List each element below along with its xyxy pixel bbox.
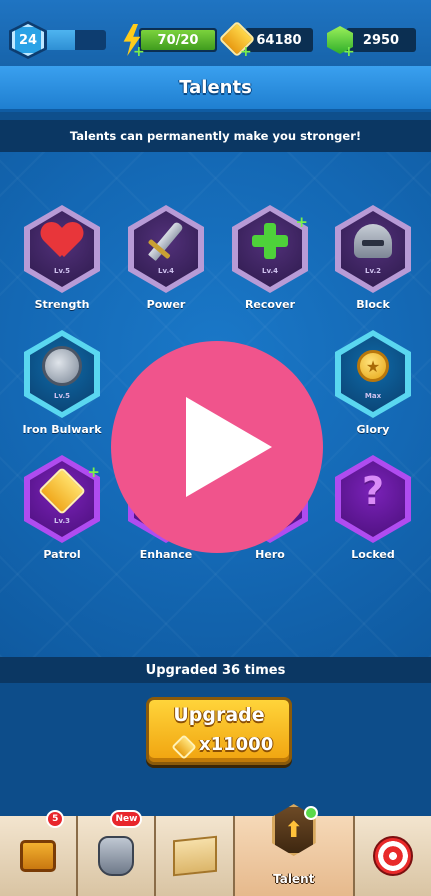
sword-icon	[126, 219, 206, 263]
talent-name: Iron Bulwark	[22, 423, 102, 436]
player-level: 24	[18, 32, 38, 48]
notification-badge: 5	[46, 810, 65, 828]
video-play-button[interactable]	[111, 341, 323, 553]
talent-level: Lv.3	[54, 517, 70, 525]
talent-level: Lv.5	[54, 392, 70, 400]
notification-dot-icon	[303, 806, 318, 820]
gold-value: 64180	[256, 32, 302, 48]
page-subtitle: Talents can permanently make you stronge…	[69, 129, 362, 143]
gem-counter[interactable]: 2950	[346, 28, 416, 52]
talent-glory[interactable]: ★ Max Glory	[333, 330, 413, 442]
talent-name: Strength	[34, 298, 90, 311]
talent-patrol[interactable]: + Lv.3 Patrol	[22, 455, 102, 567]
helmet-icon	[333, 219, 413, 263]
energy-counter[interactable]: 70/20	[139, 28, 217, 52]
gem-value: 2950	[362, 32, 400, 48]
add-energy-plus-icon[interactable]: +	[133, 45, 145, 59]
treasure-chest-icon	[20, 840, 57, 872]
upgrade-label: Upgrade	[173, 704, 265, 726]
talent-locked[interactable]: ? Locked	[333, 455, 413, 567]
talent-name: Recover	[244, 298, 296, 311]
nav-tab-map[interactable]	[156, 816, 235, 896]
gold-counter[interactable]: 64180	[245, 28, 313, 52]
add-gem-plus-icon[interactable]: +	[343, 45, 355, 59]
talent-level: Lv.5	[54, 267, 70, 275]
talent-name: Locked	[351, 548, 395, 561]
nav-tab-label: Talent	[273, 872, 315, 886]
upgrade-count: Upgraded 36 times	[145, 662, 286, 678]
talent-strength[interactable]: Lv.5 Strength	[22, 205, 102, 317]
bottom-nav: 5 New ⬆ Talent	[0, 804, 431, 896]
nav-tab-equipment[interactable]: New	[78, 810, 157, 896]
energy-value: 70/20	[157, 32, 199, 48]
nav-tab-talent[interactable]: ⬆ Talent	[234, 804, 355, 896]
title-bar: Talents	[0, 66, 431, 112]
talent-name: Power	[146, 298, 186, 311]
talent-block[interactable]: Lv.2 Block	[333, 205, 413, 317]
nav-tab-chest[interactable]: 5	[0, 810, 79, 896]
question-mark: ?	[361, 469, 385, 513]
gold-coin-icon	[171, 734, 197, 760]
talent-name: Block	[356, 298, 390, 311]
xp-progress-bar	[38, 30, 106, 50]
talent-level: Lv.4	[262, 267, 278, 275]
talent-name: Glory	[356, 423, 390, 436]
play-icon	[186, 397, 272, 497]
heart-icon	[22, 219, 102, 263]
add-gold-plus-icon[interactable]: +	[240, 45, 252, 59]
page-title: Talents	[179, 77, 252, 98]
upgrade-available-plus-icon: +	[295, 213, 308, 231]
talent-recover[interactable]: + Lv.4 Recover	[230, 205, 310, 317]
nav-tab-archery[interactable]	[354, 816, 431, 896]
talent-power[interactable]: Lv.4 Power	[126, 205, 206, 317]
question-mark-icon: ?	[333, 469, 413, 513]
upgrade-available-plus-icon: +	[87, 463, 100, 481]
talent-level: Lv.4	[158, 267, 174, 275]
talent-level: Max	[364, 392, 382, 400]
upgrade-count-bar: Upgraded 36 times	[0, 657, 431, 683]
talent-name: Patrol	[43, 548, 81, 561]
target-icon	[372, 836, 413, 876]
subtitle-bar: Talents can permanently make you stronge…	[0, 120, 431, 152]
talent-iron-bulwark[interactable]: Lv.5 Iron Bulwark	[22, 330, 102, 442]
medal-icon: ★	[333, 344, 413, 388]
map-icon	[172, 835, 217, 877]
armor-icon	[98, 836, 135, 876]
new-badge: New	[110, 810, 143, 828]
upgrade-cost: x11000	[199, 734, 274, 755]
round-shield-icon	[22, 344, 102, 388]
upgrade-button[interactable]: Upgrade x11000	[146, 697, 292, 765]
talent-level: Lv.2	[365, 267, 381, 275]
